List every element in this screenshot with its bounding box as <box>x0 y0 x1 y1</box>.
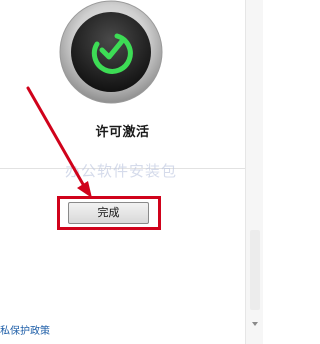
scrollbar[interactable] <box>245 0 263 344</box>
license-activation-dialog: 许可激活 办公软件安装包 完成 私保护政策 <box>0 0 263 344</box>
license-check-icon <box>59 0 163 104</box>
scrollbar-thumb[interactable] <box>250 230 260 310</box>
license-title: 许可激活 <box>95 125 150 140</box>
watermark-text: 办公软件安装包 <box>65 162 178 180</box>
finish-button[interactable]: 完成 <box>68 202 149 224</box>
chevron-down-icon[interactable] <box>251 320 259 328</box>
privacy-policy-link[interactable]: 私保护政策 <box>0 322 50 337</box>
